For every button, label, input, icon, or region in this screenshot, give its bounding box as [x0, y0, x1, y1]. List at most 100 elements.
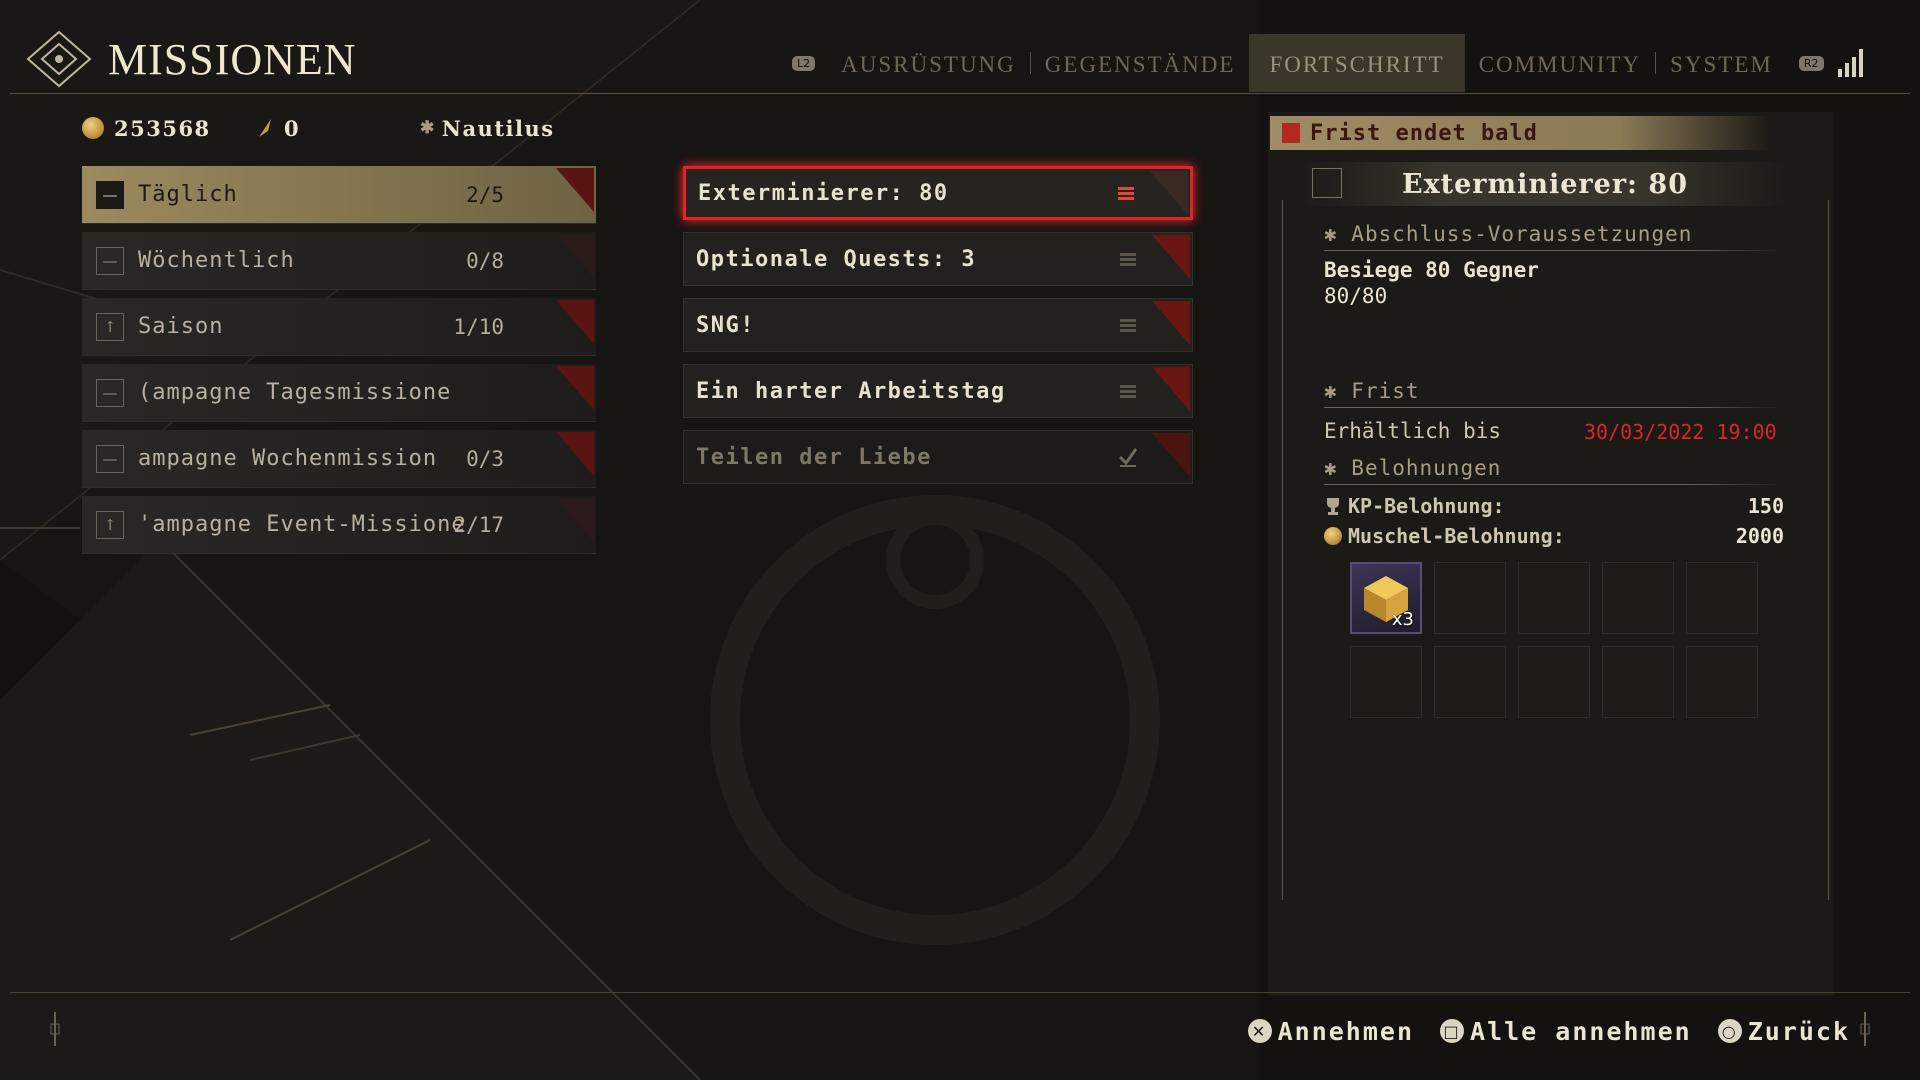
- reward-item-slot[interactable]: x3: [1350, 562, 1422, 634]
- header-divider: [10, 93, 1910, 94]
- calendar-icon: —: [96, 444, 124, 473]
- banner-flag-icon: [1150, 171, 1188, 215]
- reward-item-slot: [1350, 646, 1422, 718]
- category-campaign-daily[interactable]: — (ampagne Tagesmissione: [82, 364, 596, 422]
- kp-reward-row: KP-Belohnung: 150: [1324, 492, 1784, 520]
- r2-button-icon[interactable]: R2: [1798, 55, 1824, 71]
- banner-flag-icon: [1152, 367, 1190, 411]
- category-count: 0/3: [466, 446, 504, 471]
- panel-border-left: [1282, 200, 1283, 900]
- mission-label: Optionale Quests: 3: [696, 246, 977, 272]
- accept-button[interactable]: ✕ Annehmen: [1247, 1017, 1414, 1046]
- available-until-date: 30/03/2022 19:00: [1584, 420, 1777, 444]
- in-progress-icon: [1118, 187, 1134, 200]
- arrow-up-icon: ↑: [96, 510, 124, 539]
- reward-item-slot: [1518, 562, 1590, 634]
- category-label: Wöchentlich: [138, 248, 295, 273]
- banner-flag-icon: [556, 300, 594, 344]
- deadline-heading-text: Frist: [1351, 379, 1420, 403]
- ship-name-group: ✱ Nautilus: [420, 113, 555, 143]
- tab-community[interactable]: COMMUNITY: [1465, 34, 1655, 92]
- banner-flag-icon: [556, 498, 594, 542]
- reward-item-slot: [1686, 562, 1758, 634]
- banner-flag-icon: [556, 432, 594, 476]
- accept-all-button[interactable]: □ Alle annehmen: [1440, 1017, 1692, 1046]
- mission-category-list: — Täglich 2/5 — Wöchentlich 0/8 ↑ Saison…: [82, 166, 596, 562]
- reward-item-slot: [1602, 562, 1674, 634]
- requirement-progress: 80/80: [1324, 284, 1388, 308]
- mission-item[interactable]: Optionale Quests: 3: [683, 232, 1193, 286]
- footer-divider: [10, 992, 1910, 993]
- feather-token-icon: [259, 119, 271, 137]
- section-divider: [1324, 250, 1782, 251]
- deadline-banner-text: Frist endet bald: [1310, 120, 1538, 146]
- shell-coin-icon: [82, 117, 104, 139]
- rewards-heading-text: Belohnungen: [1351, 456, 1502, 480]
- kp-reward-label: KP-Belohnung:: [1348, 494, 1505, 518]
- section-divider: [1324, 484, 1782, 485]
- mission-label: Ein harter Arbeitstag: [696, 378, 1006, 404]
- hourglass-icon: [1282, 123, 1300, 143]
- signal-bars-icon: [1837, 49, 1863, 77]
- mission-label: SNG!: [696, 312, 755, 338]
- banner-flag-icon: [1152, 301, 1190, 345]
- category-campaign-event[interactable]: ↑ 'ampagne Event-Missione 2/17: [82, 496, 596, 554]
- l2-button-icon[interactable]: L2: [792, 55, 816, 71]
- arrow-up-icon: ↑: [96, 312, 124, 341]
- category-season[interactable]: ↑ Saison 1/10: [82, 298, 596, 356]
- banner-flag-icon: [556, 366, 594, 410]
- category-count: 2/5: [466, 182, 504, 207]
- compass-star-icon: ✱: [420, 118, 436, 138]
- tab-gegenstaende[interactable]: GEGENSTÄNDE: [1031, 34, 1250, 92]
- pending-icon: [1120, 319, 1136, 332]
- tab-fortschritt[interactable]: FORTSCHRITT: [1249, 34, 1465, 92]
- mission-item[interactable]: Teilen der Liebe: [683, 430, 1193, 484]
- mission-item[interactable]: Ein harter Arbeitstag: [683, 364, 1193, 418]
- mission-label: Teilen der Liebe: [696, 444, 932, 470]
- banner-flag-icon: [1152, 235, 1190, 279]
- token-currency: 0: [256, 113, 300, 143]
- category-campaign-weekly[interactable]: — ampagne Wochenmission 0/3: [82, 430, 596, 488]
- requirements-heading-text: Abschluss-Voraussetzungen: [1351, 222, 1693, 246]
- available-until-label: Erhältlich bis: [1324, 419, 1502, 443]
- back-label: Zurück: [1747, 1016, 1850, 1046]
- pending-icon: [1120, 253, 1136, 266]
- requirements-heading: ✱ Abschluss-Voraussetzungen: [1324, 222, 1693, 246]
- detail-title: Exterminierer: 80: [1401, 168, 1688, 200]
- accept-all-label: Alle annehmen: [1470, 1016, 1692, 1046]
- category-count: 1/10: [453, 314, 504, 339]
- mission-item[interactable]: SNG!: [683, 298, 1193, 352]
- reward-item-slot: [1518, 646, 1590, 718]
- reward-item-grid: x3: [1350, 562, 1758, 718]
- diamond-emblem-icon: [26, 30, 92, 88]
- calendar-icon: —: [96, 378, 124, 407]
- category-daily[interactable]: — Täglich 2/5: [82, 166, 596, 224]
- rewards-heading: ✱ Belohnungen: [1324, 456, 1502, 480]
- category-label: Täglich: [138, 182, 238, 207]
- back-button[interactable]: ○ Zurück: [1717, 1016, 1850, 1046]
- reward-item-slot: [1686, 646, 1758, 718]
- page-title: MISSIONEN: [108, 34, 357, 84]
- reward-item-quantity: x3: [1391, 609, 1414, 630]
- calendar-icon: —: [96, 180, 124, 209]
- tab-system[interactable]: SYSTEM: [1656, 34, 1787, 92]
- token-amount: 0: [284, 115, 301, 141]
- banner-flag-icon: [556, 168, 594, 212]
- category-weekly[interactable]: — Wöchentlich 0/8: [82, 232, 596, 290]
- kp-reward-value: 150: [1747, 494, 1784, 518]
- reward-item-slot: [1434, 562, 1506, 634]
- section-divider: [1324, 407, 1782, 408]
- mission-item[interactable]: Exterminierer: 80: [683, 166, 1193, 220]
- shell-coin-icon: [1324, 527, 1342, 545]
- requirement-text: Besiege 80 Gegner: [1324, 258, 1539, 282]
- category-label: (ampagne Tagesmissione: [138, 380, 452, 405]
- tab-ausruestung[interactable]: AUSRÜSTUNG: [827, 34, 1030, 92]
- banner-flag-icon: [556, 234, 594, 278]
- mission-list: Exterminierer: 80 Optionale Quests: 3 SN…: [683, 166, 1193, 496]
- checkmark-icon: [1118, 448, 1138, 467]
- square-button-icon: □: [1440, 1019, 1465, 1043]
- shell-reward-value: 2000: [1735, 524, 1784, 548]
- shell-reward-label: Muschel-Belohnung:: [1348, 524, 1565, 548]
- shell-currency: 253568: [82, 113, 211, 143]
- deadline-heading: ✱ Frist: [1324, 379, 1420, 403]
